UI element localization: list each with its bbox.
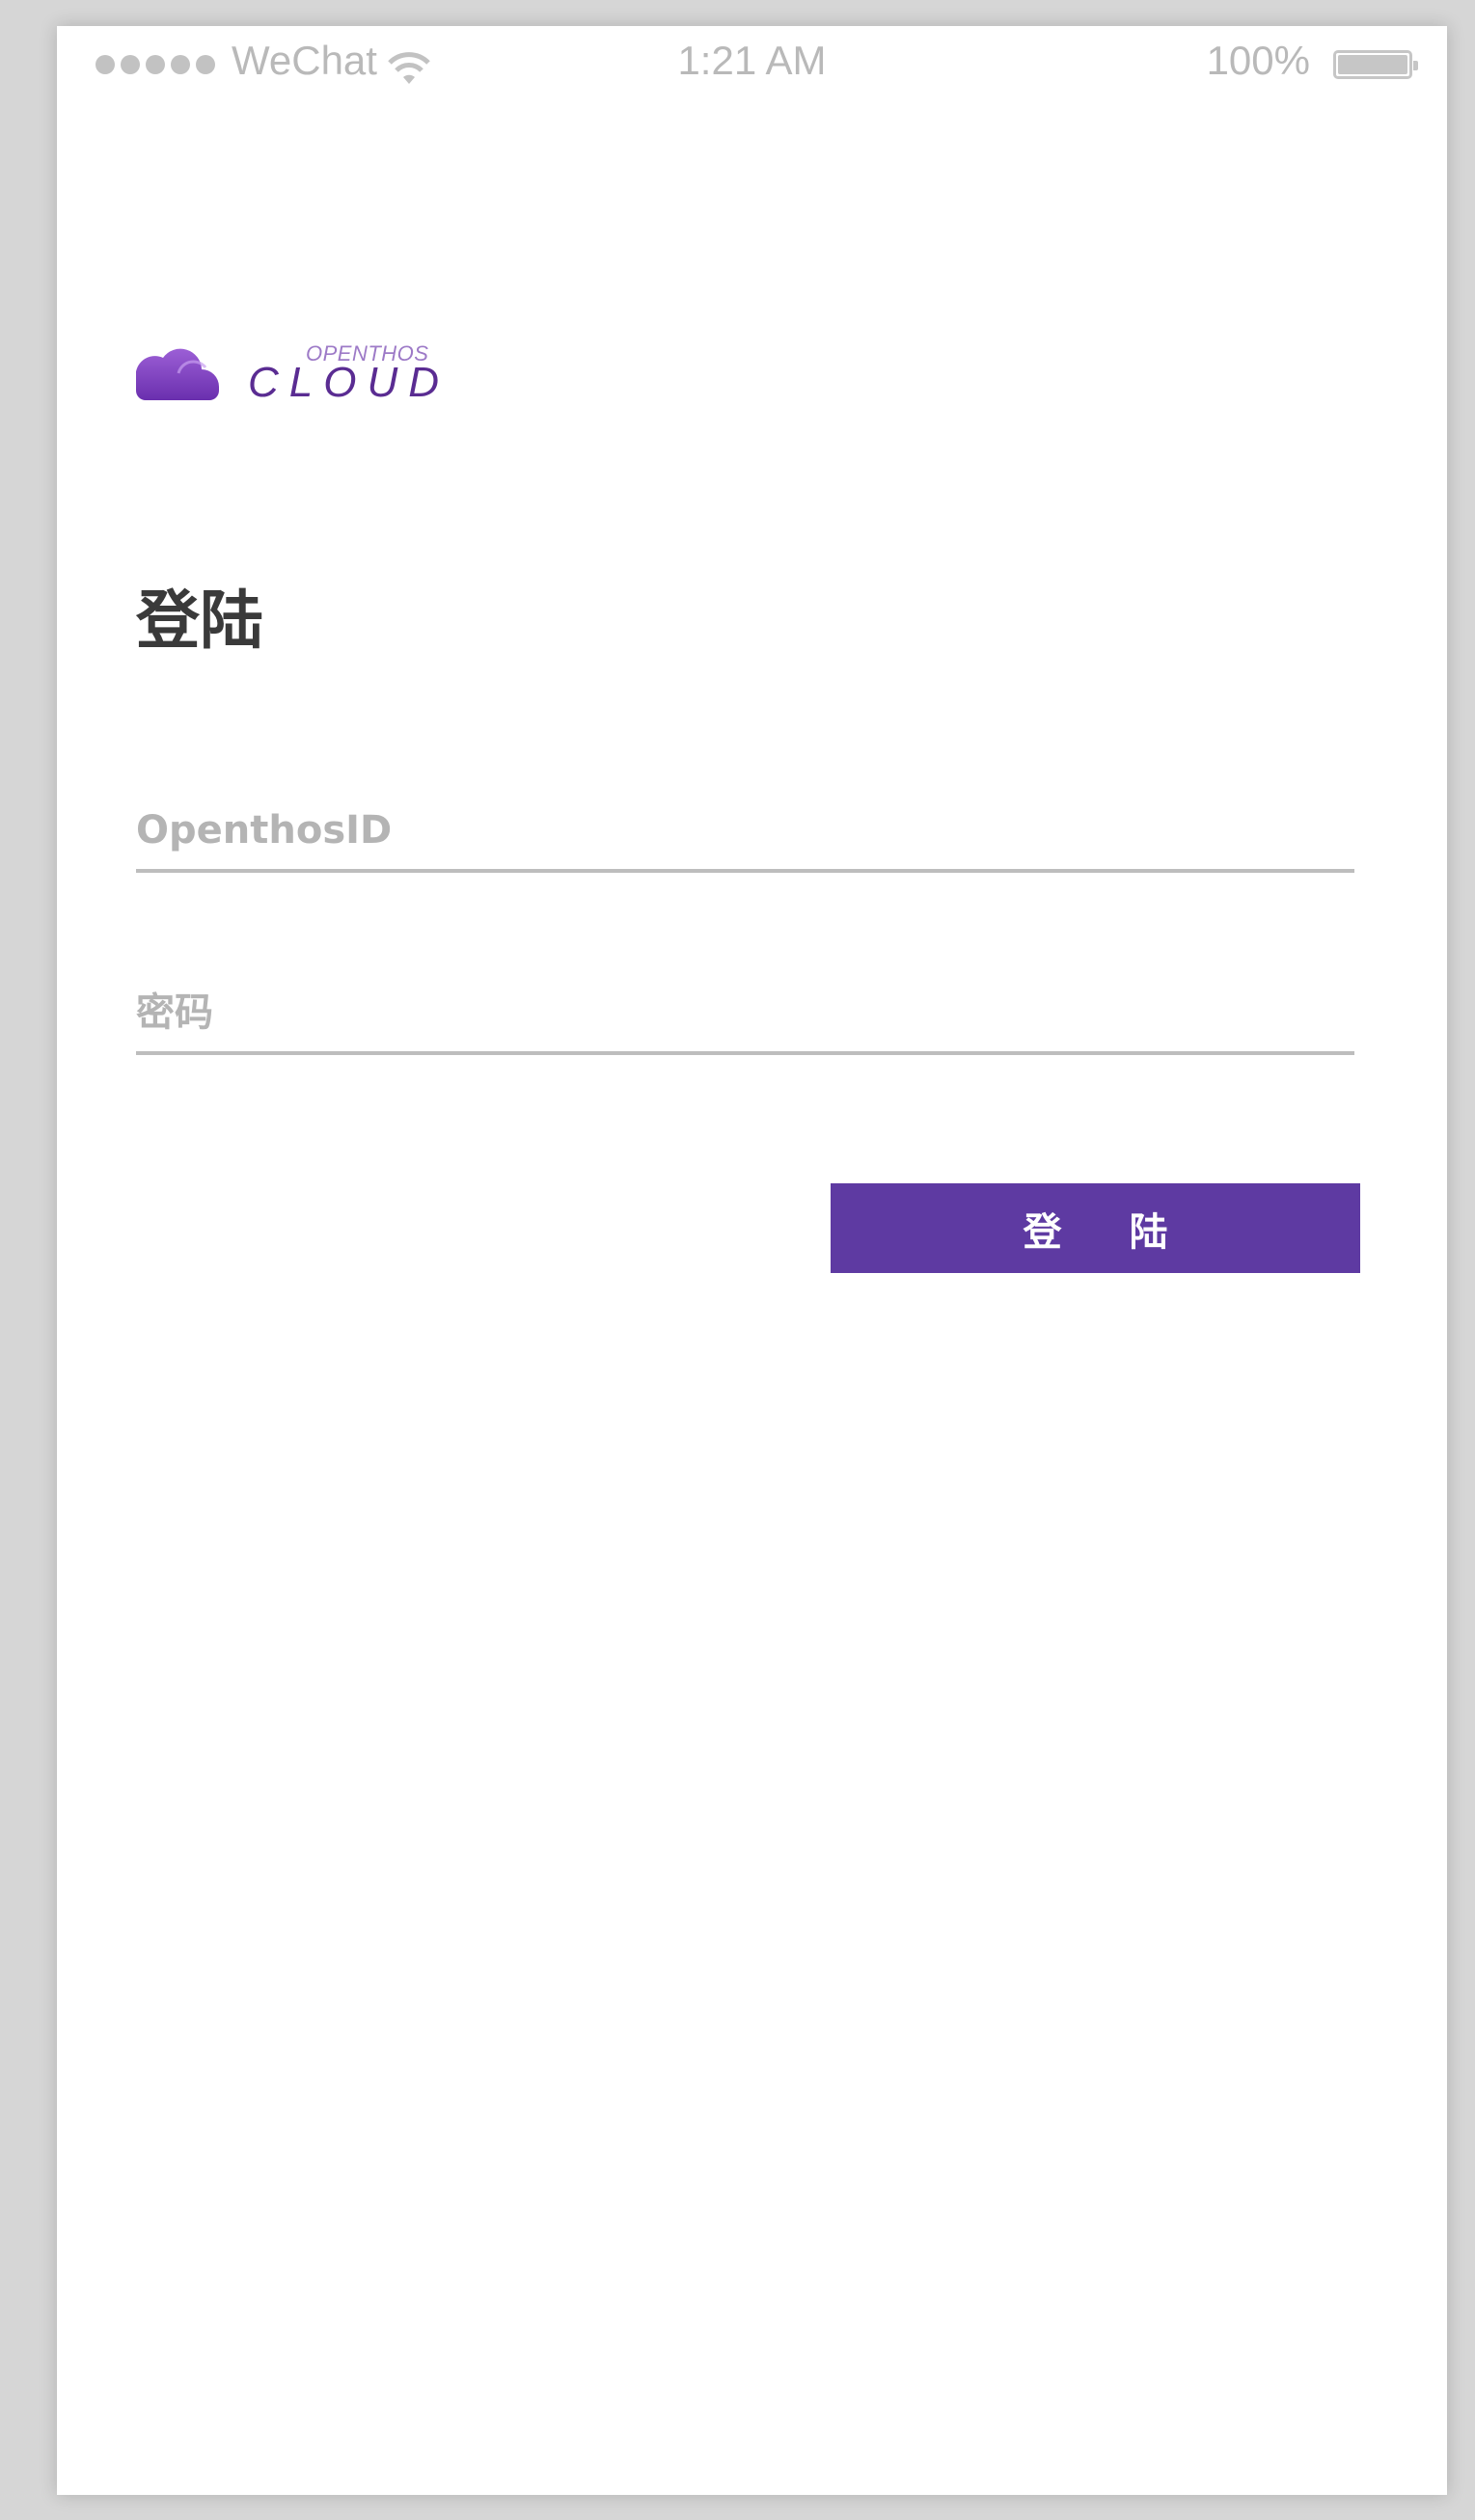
page-title: 登陆 — [136, 583, 263, 658]
openthos-cloud-logo: OPENTHOS CLOUD — [136, 315, 445, 412]
status-bar: WeChat 1:21 AM 100% — [57, 26, 1447, 103]
phone-screen: WeChat 1:21 AM 100% OPENTHOS CLOUD 登陆 Op… — [57, 26, 1447, 2495]
openthos-id-input[interactable] — [136, 792, 1354, 873]
battery-percent: 100% — [1206, 38, 1310, 83]
password-input[interactable] — [136, 974, 1354, 1055]
logo-big-text: CLOUD — [248, 359, 451, 406]
cloud-icon — [136, 348, 219, 400]
battery-icon — [1333, 50, 1418, 79]
login-button[interactable]: 登 陆 — [831, 1183, 1360, 1273]
